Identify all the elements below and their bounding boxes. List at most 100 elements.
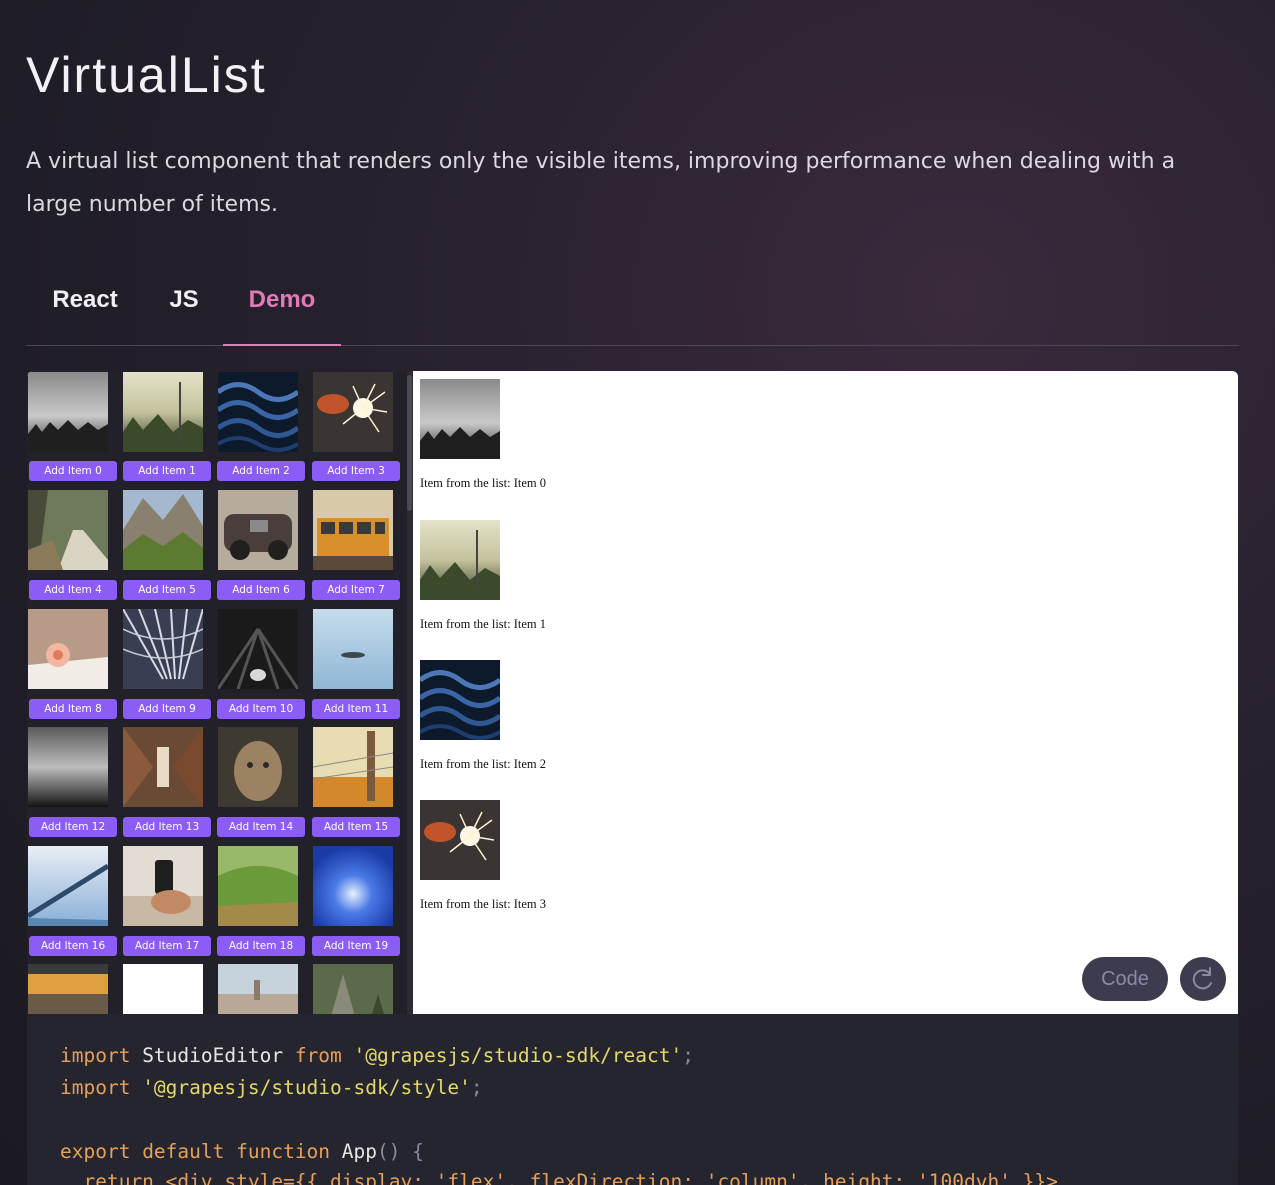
add-item-button[interactable]: Add Item 7	[312, 580, 400, 600]
glass-roof-image	[123, 609, 203, 689]
gallery-image	[123, 727, 203, 807]
add-item-button[interactable]: Add Item 15	[312, 817, 400, 837]
gallery-image	[123, 964, 203, 1014]
list-item: Item from the list: Item 0	[420, 379, 820, 509]
misty-grass-image	[28, 372, 108, 452]
list-item-caption: Item from the list: Item 2	[420, 757, 547, 771]
foggy-forest-image	[420, 520, 500, 600]
add-item-button[interactable]: Add Item 4	[29, 580, 117, 600]
code-button[interactable]: Code	[1082, 957, 1168, 1001]
sunset-clouds-image	[28, 964, 108, 1014]
add-item-button[interactable]: Add Item 11	[312, 699, 400, 719]
code-keyword: import	[60, 1076, 131, 1099]
gallery-image	[28, 609, 108, 689]
fence-field-image	[313, 727, 393, 807]
green-hills-image	[218, 846, 298, 926]
misty-grass-image	[420, 379, 500, 459]
add-item-button[interactable]: Add Item 13	[123, 817, 211, 837]
code-keyword: default	[130, 1140, 225, 1163]
code-punctuation: ;	[682, 1044, 695, 1067]
gallery-image	[28, 846, 108, 926]
valley-image	[123, 490, 203, 570]
code-identifier: App	[330, 1140, 378, 1163]
code-line: import StudioEditor from '@grapesjs/stud…	[60, 1044, 694, 1067]
tram-image	[313, 490, 393, 570]
list-item-image	[420, 379, 500, 459]
code-line: export default function App() {	[60, 1140, 424, 1163]
gallery-image	[123, 372, 203, 452]
add-item-button[interactable]: Add Item 17	[123, 936, 211, 956]
gallery-image	[313, 964, 393, 1014]
sparkler-image	[420, 800, 500, 880]
code-block: import StudioEditor from '@grapesjs/stud…	[27, 1014, 1238, 1185]
add-item-button[interactable]: Add Item 9	[123, 699, 211, 719]
page-title: VirtualList	[26, 47, 267, 103]
gallery-image	[28, 490, 108, 570]
tab-demo[interactable]: Demo	[223, 278, 341, 346]
code-string: '@grapesjs/studio-sdk/react'	[341, 1044, 683, 1067]
phone-photo-image	[123, 846, 203, 926]
add-item-button[interactable]: Add Item 19	[312, 936, 400, 956]
sparkler-image	[313, 372, 393, 452]
code-keyword: import	[60, 1044, 131, 1067]
code-line: return <div style={{ display: 'flex', fl…	[60, 1170, 1058, 1185]
island-sea-image	[313, 609, 393, 689]
gallery-image	[28, 372, 108, 452]
add-item-button[interactable]: Add Item 6	[217, 580, 305, 600]
add-item-button[interactable]: Add Item 14	[217, 817, 305, 837]
gallery-image	[123, 490, 203, 570]
refresh-button[interactable]	[1180, 957, 1226, 1001]
gallery-image	[218, 490, 298, 570]
code-identifier: StudioEditor	[130, 1044, 295, 1067]
code-string: '@grapesjs/studio-sdk/style'	[130, 1076, 471, 1099]
add-item-button[interactable]: Add Item 8	[29, 699, 117, 719]
list-item-caption: Item from the list: Item 3	[420, 897, 547, 911]
gallery-image	[28, 727, 108, 807]
foggy-forest-image	[123, 372, 203, 452]
misty-sea-image	[28, 727, 108, 807]
virtual-list: Item from the list: Item 0 Item from the…	[413, 371, 1238, 1014]
add-item-button[interactable]: Add Item 10	[217, 699, 305, 719]
library-shelves-image	[123, 727, 203, 807]
add-item-button[interactable]: Add Item 5	[123, 580, 211, 600]
list-item-caption: Item from the list: Item 0	[420, 476, 547, 490]
code-punctuation: ;	[470, 1076, 483, 1099]
list-item: Item from the list: Item 3	[420, 800, 820, 930]
list-item-image	[420, 520, 500, 600]
list-item: Item from the list: Item 2	[420, 660, 820, 790]
image-gallery: Add Item 0 Add Item 1 Add Item 2 Add Ite…	[27, 371, 407, 1014]
code-keyword: export	[60, 1140, 131, 1163]
code-text: return <div style={{ display: 'flex', fl…	[60, 1170, 1058, 1185]
demo-frame: Add Item 0 Add Item 1 Add Item 2 Add Ite…	[27, 371, 1238, 1014]
gallery-image	[313, 609, 393, 689]
vintage-car-image	[218, 490, 298, 570]
lioness-image	[218, 727, 298, 807]
gallery-image	[123, 846, 203, 926]
tab-js[interactable]: JS	[167, 278, 201, 344]
list-item-image	[420, 660, 500, 740]
gallery-image	[313, 490, 393, 570]
bridge-image	[28, 846, 108, 926]
code-keyword: function	[224, 1140, 331, 1163]
add-item-button[interactable]: Add Item 2	[217, 461, 305, 481]
blue-sky-image	[313, 846, 393, 926]
gallery-scrollbar-thumb[interactable]	[407, 375, 412, 511]
gallery-image	[218, 846, 298, 926]
code-keyword: from	[294, 1044, 342, 1067]
code-line: import '@grapesjs/studio-sdk/style';	[60, 1076, 483, 1099]
tab-bar: React JS Demo	[26, 278, 1239, 346]
add-item-button[interactable]: Add Item 3	[312, 461, 400, 481]
forest-road-image	[28, 490, 108, 570]
tab-react[interactable]: React	[50, 278, 120, 344]
gallery-image	[313, 846, 393, 926]
add-item-button[interactable]: Add Item 18	[217, 936, 305, 956]
flower-book-image	[28, 609, 108, 689]
add-item-button[interactable]: Add Item 0	[29, 461, 117, 481]
blue-leaves-image	[420, 660, 500, 740]
add-item-button[interactable]: Add Item 16	[29, 936, 117, 956]
code-punctuation: {	[400, 1140, 424, 1163]
code-punctuation: ()	[377, 1140, 401, 1163]
refresh-icon	[1192, 967, 1212, 990]
add-item-button[interactable]: Add Item 1	[123, 461, 211, 481]
add-item-button[interactable]: Add Item 12	[29, 817, 117, 837]
